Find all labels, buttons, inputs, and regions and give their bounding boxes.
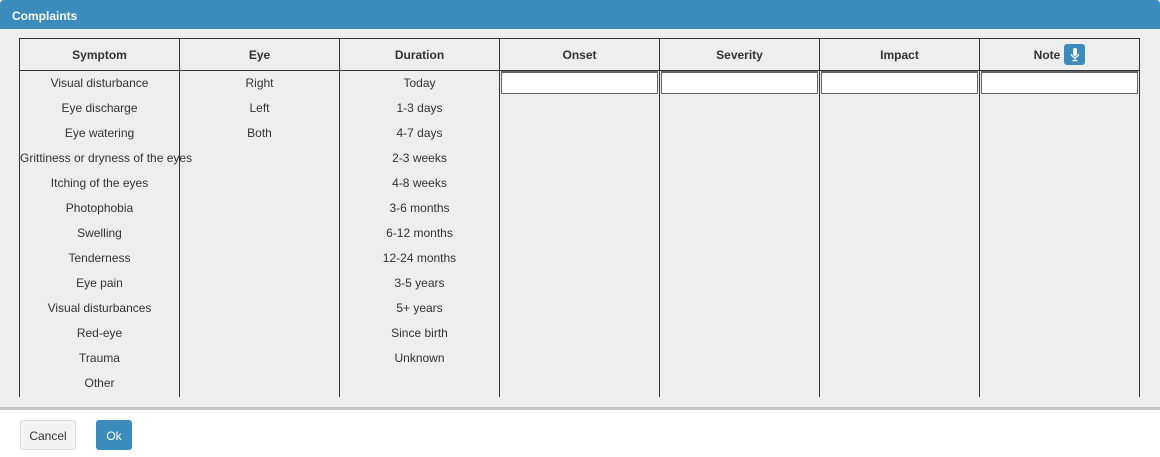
note-column: Note (979, 39, 1140, 397)
symptom-option[interactable]: Trauma (20, 346, 179, 371)
symptom-option[interactable]: Grittiness or dryness of the eyes (20, 146, 192, 171)
symptom-option[interactable]: Tenderness (20, 246, 179, 271)
symptom-option[interactable]: Visual disturbances (20, 296, 179, 321)
symptom-option[interactable]: Other (20, 371, 179, 396)
onset-input[interactable] (501, 71, 658, 94)
symptom-option[interactable]: Swelling (20, 221, 179, 246)
dialog-title: Complaints (12, 9, 78, 23)
symptom-option[interactable]: Eye watering (20, 121, 179, 146)
onset-header: Onset (500, 39, 659, 71)
note-header: Note (980, 39, 1139, 71)
duration-option[interactable]: 3-5 years (340, 271, 499, 296)
complaints-table: Symptom Visual disturbance Eye discharge E… (19, 38, 1140, 397)
onset-column: Onset (499, 39, 659, 397)
duration-option[interactable]: Since birth (340, 321, 499, 346)
eye-option[interactable]: Left (180, 96, 339, 121)
symptom-header: Symptom (20, 39, 179, 71)
symptom-column: Symptom Visual disturbance Eye discharge E… (19, 39, 192, 397)
symptom-option[interactable]: Red-eye (20, 321, 179, 346)
duration-option[interactable]: 4-7 days (340, 121, 499, 146)
dialog-header: Complaints (0, 0, 1160, 29)
symptom-option[interactable]: Itching of the eyes (20, 171, 179, 196)
duration-column: Duration Today 1-3 days 4-7 days 2-3 weeks 4… (339, 39, 499, 397)
duration-option[interactable]: Today (340, 71, 499, 96)
duration-option[interactable]: Unknown (340, 346, 499, 371)
duration-option[interactable]: 2-3 weeks (340, 146, 499, 171)
eye-header: Eye (180, 39, 339, 71)
duration-option[interactable]: 4-8 weeks (340, 171, 499, 196)
ok-button[interactable]: Ok (96, 420, 132, 450)
microphone-icon (1070, 47, 1079, 61)
symptom-option[interactable]: Visual disturbance (20, 71, 179, 96)
note-header-label: Note (1033, 47, 1061, 62)
eye-option[interactable]: Both (180, 121, 339, 146)
dialog-body: Symptom Visual disturbance Eye discharge E… (0, 29, 1160, 407)
note-input[interactable] (981, 71, 1138, 94)
severity-header: Severity (660, 39, 819, 71)
duration-option[interactable]: 3-6 months (340, 196, 499, 221)
severity-column: Severity (659, 39, 819, 397)
duration-option[interactable]: 1-3 days (340, 96, 499, 121)
impact-header: Impact (820, 39, 979, 71)
severity-input[interactable] (661, 71, 818, 94)
duration-option[interactable]: 5+ years (340, 296, 499, 321)
duration-header: Duration (340, 39, 499, 71)
symptom-option[interactable]: Eye discharge (20, 96, 179, 121)
microphone-button[interactable] (1064, 44, 1086, 65)
eye-column: Eye Right Left Both (179, 39, 339, 397)
duration-option[interactable]: 6-12 months (340, 221, 499, 246)
duration-option[interactable]: 12-24 months (340, 246, 499, 271)
symptom-option[interactable]: Eye pain (20, 271, 179, 296)
impact-input[interactable] (821, 71, 978, 94)
impact-column: Impact (819, 39, 979, 397)
cancel-button[interactable]: Cancel (20, 420, 76, 450)
footer-divider (0, 407, 1160, 410)
eye-option[interactable]: Right (180, 71, 339, 96)
symptom-option[interactable]: Photophobia (20, 196, 179, 221)
